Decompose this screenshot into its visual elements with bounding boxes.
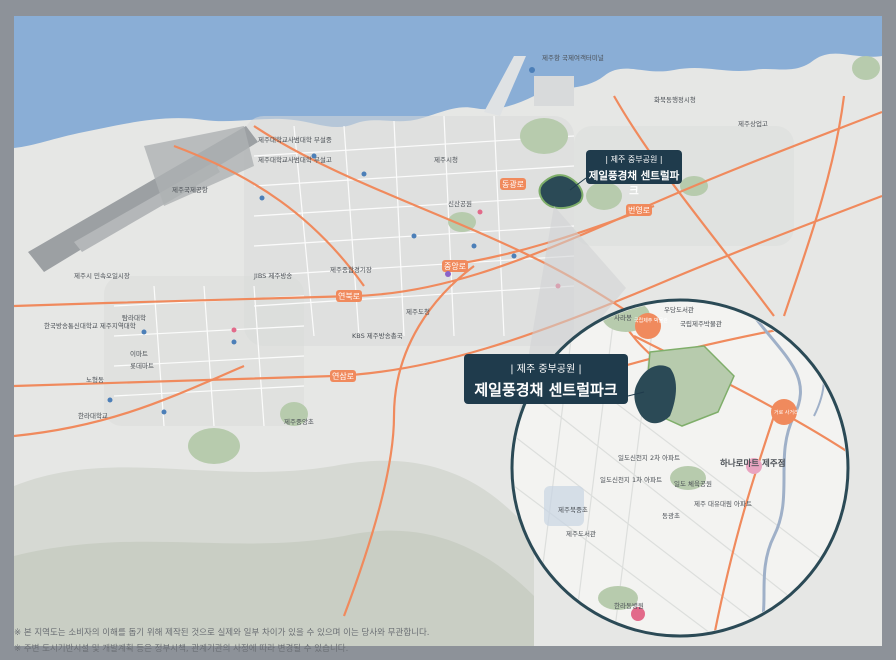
road-tag-yeonsam: 연삼로 <box>330 370 356 382</box>
label-sinsan-park: 신산공원 <box>448 199 472 208</box>
label-lotte: 롯데마트 <box>130 361 154 370</box>
harbor-terminal <box>534 76 574 106</box>
label-nohyeong: 노형동 <box>86 376 104 384</box>
label-cruise-terminal: 제주항 국제여객터미널 <box>542 53 604 62</box>
inset-label-usadang: 우당도서관 <box>664 305 694 314</box>
label-jibs: JIBS 제주방송 <box>253 271 292 280</box>
site-callout-small: | 제주 중부공원 | 제일풍경채 센트럴파크 <box>586 150 682 197</box>
inset-label-gym: 일도 체육공원 <box>674 479 712 488</box>
label-kbs: KBS 제주방송총국 <box>352 331 403 340</box>
disclaimer-1: ※ 본 지역도는 소비자의 이해를 돕기 위해 제작된 것으로 실제와 일부 차… <box>14 628 430 638</box>
label-hwabuk: 화북동행정시청 <box>654 95 696 104</box>
map-canvas: 동광로 연북로 중앙로 연삼로 번영로 제주국제공항 제주항 국제여객터미널 화… <box>14 16 882 646</box>
label-jeju-commercial: 제주상업고 <box>738 119 768 128</box>
svg-text:동광로: 동광로 <box>502 179 524 189</box>
inset-label-dongkwang: 동광초 <box>662 512 680 520</box>
label-jeju-univ-hs: 제주대학교사범대학 부설고 <box>258 155 332 164</box>
inset-label-ildo-2: 일도신천지 2차 아파트 <box>618 453 680 462</box>
label-jeju-univ-ms: 제주대학교사범대학 부설중 <box>258 135 332 144</box>
svg-text:중앙로: 중앙로 <box>444 261 466 271</box>
disclaimer-2: ※ 주변 도시기반시설 및 개발계획 등은 정부시책, 관계기관의 사정에 따라… <box>14 644 349 654</box>
road-tag-jungang: 중앙로 <box>442 260 468 272</box>
label-provincial-office: 제주도청 <box>406 308 430 316</box>
road-tag-donggwang: 동광로 <box>500 178 526 190</box>
airport <box>28 126 258 272</box>
road-tag-beonyeong: 번영로 <box>626 204 652 216</box>
location-map: 동광로 연북로 중앙로 연삼로 번영로 제주국제공항 제주항 국제여객터미널 화… <box>14 16 882 646</box>
road-tag-yeonbuk-1: 연북로 <box>336 290 362 302</box>
inset-badge-intersection: 거로 사거리 <box>774 409 799 416</box>
label-knou: 한국방송통신대학교 제주지역대학 <box>44 321 136 330</box>
callout-big-title: 제일풍경채 센트럴파크 <box>474 381 618 399</box>
map-stage: 동광로 연북로 중앙로 연삼로 번영로 제주국제공항 제주항 국제여객터미널 화… <box>0 0 896 660</box>
label-sports-complex: 제주종합경기장 <box>330 265 372 274</box>
label-emart: 이마트 <box>130 349 148 358</box>
label-tamna: 탐라대학 <box>122 313 146 322</box>
label-airport: 제주국제공항 <box>172 185 208 194</box>
inset-badge-museum: 국립제주 박물관 <box>634 317 668 324</box>
svg-text:번영로: 번영로 <box>628 205 650 215</box>
site-callout-big: | 제주 중부공원 | 제일풍경채 센트럴파크 <box>464 354 628 404</box>
callout-big-park: | 제주 중부공원 | <box>510 364 582 375</box>
inset-label-museum: 국립제주박물관 <box>680 319 722 328</box>
label-halla-park: 제주중앙초 <box>284 418 314 426</box>
inset-label-hospital: 한라동병원 <box>614 601 644 610</box>
callout-small-title: 제일풍경채 센트럴파크 <box>588 170 680 197</box>
svg-text:연북로: 연북로 <box>338 292 360 301</box>
inset-label-hanaro: 하나로마트 제주점 <box>720 458 786 469</box>
label-folk-market: 제주시 민속오일시장 <box>74 271 130 280</box>
label-city-hall: 제주시청 <box>434 156 458 164</box>
callout-small-park: | 제주 중부공원 | <box>605 155 663 164</box>
inset-label-sarabong: 사라봉 <box>614 313 632 322</box>
inset-label-jeju-ms: 제주북중초 <box>558 506 588 514</box>
label-halla-univ: 한라대학교 <box>78 411 108 420</box>
inset-label-library: 제주도서관 <box>566 529 596 538</box>
inset-label-ildo-1: 일도신천지 1차 아파트 <box>600 475 662 484</box>
inset-magnifier: 사라봉 우당도서관 국립제주박물관 일도신천지 2차 아파트 일도신천지 1차 … <box>510 298 850 638</box>
inset-label-daelim: 제주 대유대림 아파트 <box>694 499 752 508</box>
svg-text:연삼로: 연삼로 <box>332 371 354 381</box>
